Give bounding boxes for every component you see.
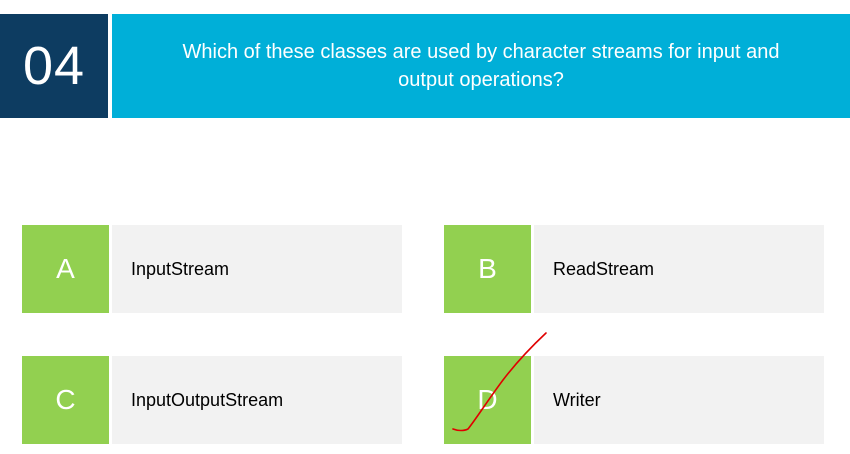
option-b-letter: B: [444, 225, 531, 313]
option-d-letter: D: [444, 356, 531, 444]
option-a-letter: A: [22, 225, 109, 313]
option-d[interactable]: D Writer: [444, 356, 824, 444]
option-b[interactable]: B ReadStream: [444, 225, 824, 313]
option-c[interactable]: C InputOutputStream: [22, 356, 402, 444]
option-c-text: InputOutputStream: [112, 356, 402, 444]
option-c-letter: C: [22, 356, 109, 444]
question-number: 04: [0, 14, 108, 118]
question-text: Which of these classes are used by chara…: [112, 14, 850, 118]
option-d-text: Writer: [534, 356, 824, 444]
option-a-text: InputStream: [112, 225, 402, 313]
quiz-slide: 04 Which of these classes are used by ch…: [0, 0, 850, 454]
option-b-text: ReadStream: [534, 225, 824, 313]
option-a[interactable]: A InputStream: [22, 225, 402, 313]
